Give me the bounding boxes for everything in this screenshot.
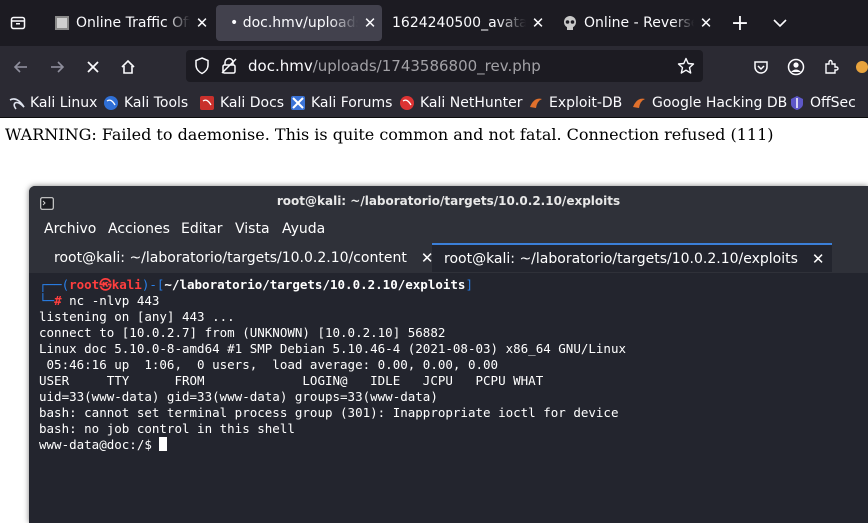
terminal-titlebar[interactable]: root@kali: ~/laboratorio/targets/10.0.2.… [29,186,868,217]
close-tab-icon[interactable]: ✕ [358,14,382,32]
shield-icon[interactable] [194,57,210,79]
account-icon[interactable] [783,54,809,80]
bookmarks-toolbar: Kali Linux Kali Tools Kali Docs Kali For… [0,88,868,118]
browser-tab-title: • doc.hmv/uploads [230,15,358,31]
bookmark-item[interactable]: Exploit-DB [528,93,622,113]
close-tab-icon[interactable]: ✕ [190,14,214,32]
browser-tab[interactable]: Online - Reverse ✕ [552,5,718,41]
terminal-title: root@kali: ~/laboratorio/targets/10.0.2.… [276,194,621,208]
page-favicon-icon [54,15,70,31]
output-line: bash: no job control in this shell [39,421,295,436]
browser-tab-title: 1624240500_avatar [392,15,526,31]
url-path: /uploads/1743586800_rev.php [312,57,541,75]
tab-manager-icon[interactable] [8,13,28,33]
terminal-tab-title: root@kali: ~/laboratorio/targets/10.0.2.… [54,249,407,266]
kali-docs-icon [199,95,215,111]
command-line: └─# nc -nlvp 443 [39,293,160,308]
terminal-menubar: Archivo Acciones Editar Vista Ayuda [29,217,868,243]
bookmark-label: Kali Linux [30,95,98,111]
close-tab-icon[interactable]: ✕ [526,14,550,32]
close-tab-icon[interactable]: ✕ [694,14,718,32]
bookmark-item[interactable]: Kali Docs [199,93,284,113]
terminal-tab-title: root@kali: ~/laboratorio/targets/10.0.2.… [444,250,798,267]
browser-tab[interactable]: 1624240500_avatar ✕ [384,5,550,41]
menu-ayuda[interactable]: Ayuda [282,221,325,237]
terminal-tab-bar: root@kali: ~/laboratorio/targets/10.0.2.… [29,243,868,273]
menu-vista[interactable]: Vista [235,221,270,237]
extension-fox-icon[interactable] [852,54,868,80]
exploit-db-icon [528,95,544,111]
warning-message: WARNING: Failed to daemonise. This is qu… [5,125,774,144]
url-host: doc.hmv [248,57,313,75]
bookmark-item[interactable]: Kali Forums [290,93,392,113]
shell-prompt: www-data@doc:/$ [39,437,160,452]
prompt-user: root [69,277,100,292]
url-text[interactable]: doc.hmv/uploads/1743586800_rev.php [248,57,541,75]
output-line: connect to [10.0.2.7] from (UNKNOWN) [10… [39,325,446,340]
kali-dragon-icon [9,95,25,111]
pocket-icon[interactable] [748,54,774,80]
back-arrow-icon[interactable] [8,54,34,80]
url-bar[interactable]: doc.hmv/uploads/1743586800_rev.php [186,50,703,82]
browser-tab[interactable]: Online Traffic Off ✕ [44,5,214,41]
bookmark-label: Kali Docs [220,95,285,111]
browser-tab-strip: Online Traffic Off ✕ • doc.hmv/uploads ✕… [0,0,868,46]
bookmark-label: Kali NetHunter [420,95,523,111]
google-hacking-db-icon [631,95,647,111]
bookmark-label: Exploit-DB [549,95,623,111]
prompt-symbol: ㉿ [99,277,112,292]
output-line: uid=33(www-data) gid=33(www-data) groups… [39,389,438,404]
browser-tab-active[interactable]: • doc.hmv/uploads ✕ [216,5,382,41]
prompt-path: ~/laboratorio/targets/10.0.2.10/exploits [164,277,466,292]
bookmark-label: OffSec [810,95,856,111]
bookmark-item[interactable]: Kali Linux [9,93,97,113]
terminal-tab-active[interactable]: root@kali: ~/laboratorio/targets/10.0.2.… [432,243,832,272]
stop-loading-icon[interactable] [80,54,106,80]
menu-acciones[interactable]: Acciones [108,221,170,237]
bookmark-label: Kali Forums [311,95,393,111]
bookmark-item[interactable]: OffSec [789,93,856,113]
menu-editar[interactable]: Editar [181,221,222,237]
bookmark-item[interactable]: Google Hacking DB [631,93,787,113]
home-icon[interactable] [115,54,141,80]
extensions-icon[interactable] [818,54,844,80]
output-line: bash: cannot set terminal process group … [39,405,619,420]
skull-favicon-icon [562,15,578,31]
bookmark-star-icon[interactable] [677,57,695,79]
command-text: nc -nlvp 443 [69,293,160,308]
menu-archivo[interactable]: Archivo [44,221,96,237]
bookmark-item[interactable]: Kali Tools [103,93,188,113]
kali-nethunter-icon [399,95,415,111]
kali-tools-icon [103,95,119,111]
browser-tab-title: Online Traffic Off [76,15,190,31]
shell-prompt-line: www-data@doc:/$ [39,437,168,453]
output-line: Linux doc 5.10.0-8-amd64 #1 SMP Debian 5… [39,341,626,356]
kali-forums-icon [290,95,306,111]
prompt-host: kali [111,277,142,292]
bookmark-label: Kali Tools [124,95,189,111]
text-cursor [159,437,168,451]
output-line: listening on [any] 443 ... [39,309,235,324]
terminal-window: root@kali: ~/laboratorio/targets/10.0.2.… [29,186,868,523]
offsec-icon [789,95,805,111]
prompt-line: ┌──(root㉿kali)-[~/laboratorio/targets/10… [39,277,473,292]
insecure-lock-icon[interactable] [220,57,238,79]
browser-tab-title: Online - Reverse [584,15,694,31]
terminal-tab[interactable]: root@kali: ~/laboratorio/targets/10.0.2.… [37,243,433,272]
new-tab-icon[interactable]: + [728,11,752,36]
bookmark-label: Google Hacking DB [652,95,788,111]
chevron-down-icon[interactable] [768,12,792,34]
forward-arrow-icon[interactable] [44,54,70,80]
bookmark-item[interactable]: Kali NetHunter [399,93,522,113]
output-line: USER TTY FROM LOGIN@ IDLE JCPU PCPU WHAT [39,373,544,388]
output-line: 05:46:16 up 1:06, 0 users, load average:… [39,357,499,372]
terminal-output[interactable]: ┌──(root㉿kali)-[~/laboratorio/targets/10… [29,273,868,523]
close-tab-icon[interactable]: ✕ [812,250,825,268]
